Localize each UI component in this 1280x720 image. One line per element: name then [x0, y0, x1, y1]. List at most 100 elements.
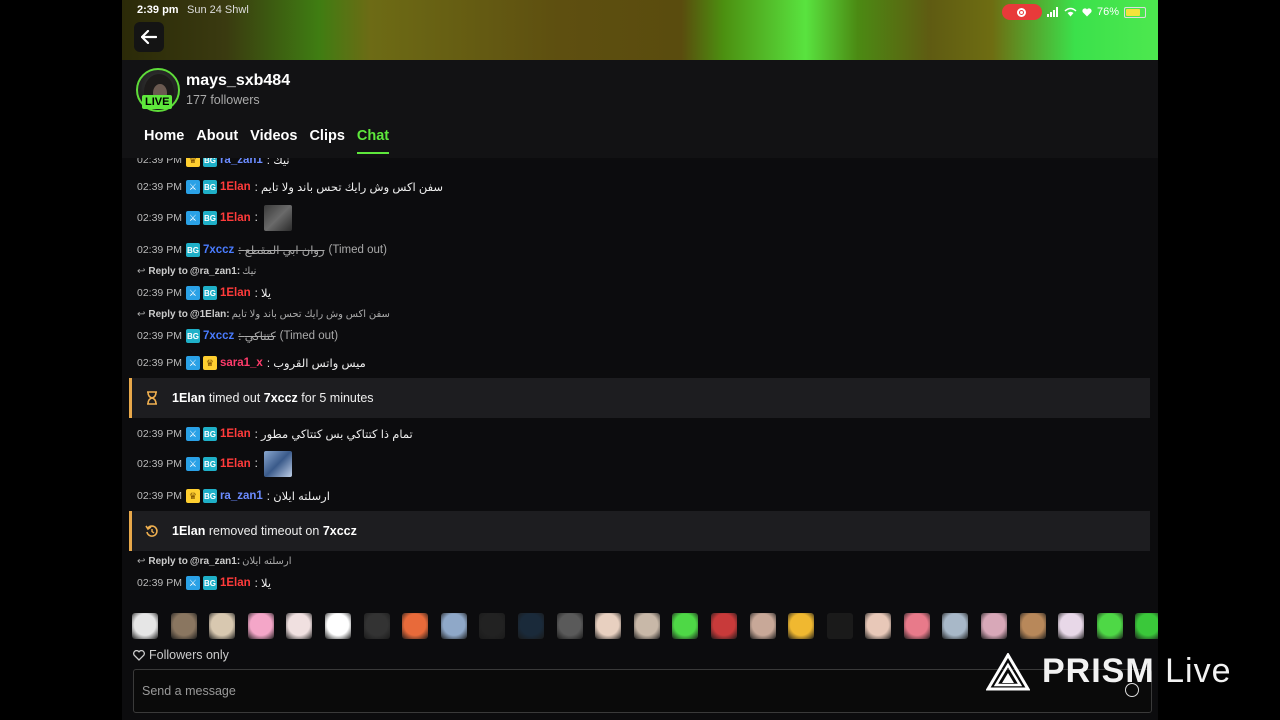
emote-tray-item[interactable] [903, 613, 930, 639]
vip-badge-icon: BG [202, 427, 217, 441]
reply-context[interactable]: ↩ Reply to @ra_zan1: نيك [137, 266, 256, 277]
watermark-brand: PRISM [1042, 652, 1155, 690]
chat-message[interactable]: 02:39 PM ⚔ BG 1Elan : [137, 451, 292, 477]
emote-tray-item[interactable] [633, 613, 660, 639]
tab-chat[interactable]: Chat [356, 128, 390, 154]
emote-tray-item[interactable] [556, 613, 583, 639]
message-text: : سفن اكس وش رايك تحس باند ولا تايم [254, 182, 444, 194]
emote-tray-item[interactable] [132, 613, 158, 639]
emote-tray[interactable] [122, 606, 1158, 646]
timed-out-label: (Timed out) [279, 330, 339, 342]
message-timestamp: 02:39 PM [137, 244, 182, 256]
vip-badge-icon: BG [202, 180, 217, 194]
reply-text: سفن اكس وش رايك تحس باند ولا تايم [231, 309, 390, 320]
reply-context[interactable]: ↩ Reply to @ra_zan1: ارسلته ايلان [137, 556, 292, 567]
chat-message[interactable]: 02:39 PM BG 7xccz : روان ابي المقطع (Tim… [137, 242, 387, 258]
tab-videos[interactable]: Videos [250, 128, 297, 154]
emote-tray-item[interactable] [402, 613, 429, 639]
chat-message[interactable]: 02:39 PM ⚔ BG 1Elan : يلا [137, 285, 271, 301]
notice-actor[interactable]: 1Elan [172, 391, 205, 405]
chat-log[interactable]: 02:39 PM ♛ BG ra_zan1 : نيك 02:39 PM ⚔ B… [122, 158, 1158, 598]
message-timestamp: 02:39 PM [137, 181, 182, 193]
chat-message[interactable]: 02:39 PM ⚔ BG 1Elan : سفن اكس وش رايك تح… [137, 179, 443, 195]
chat-message[interactable]: 02:39 PM ⚔ BG 1Elan : تمام ذا كتتاكي بس … [137, 426, 413, 442]
chat-username[interactable]: ra_zan1 [220, 490, 263, 502]
reply-context[interactable]: ↩ Reply to @1Elan: سفن اكس وش رايك تحس ب… [137, 309, 390, 320]
tab-home[interactable]: Home [144, 128, 184, 154]
emote-tray-item[interactable] [440, 613, 467, 639]
emote-tray-item[interactable] [324, 613, 351, 639]
emote-tray-item[interactable] [363, 613, 390, 639]
chat-username[interactable]: 1Elan [220, 458, 251, 470]
vip-badge-icon: BG [202, 211, 217, 225]
subscriber-crown-icon: ♛ [185, 489, 200, 503]
chat-username[interactable]: 7xccz [203, 244, 234, 256]
emote-tray-item[interactable] [788, 613, 815, 639]
vip-badge-icon: BG [202, 489, 217, 503]
emote-tray-item[interactable] [595, 613, 622, 639]
emote-tray-item[interactable] [981, 613, 1008, 639]
emote-tray-item[interactable] [517, 613, 544, 639]
emote-tray-item[interactable] [1019, 613, 1046, 639]
emote-tray-item[interactable] [672, 613, 699, 639]
chat-message[interactable]: 02:39 PM BG 7xccz : كتتاكي (Timed out) [137, 328, 338, 344]
moderation-notice: 1Elan timed out 7xccz for 5 minutes [129, 378, 1150, 418]
tab-clips[interactable]: Clips [309, 128, 344, 154]
emote-tray-item[interactable] [1096, 613, 1123, 639]
chat-message[interactable]: 02:39 PM ⚔ BG 1Elan : يلا [137, 575, 271, 591]
emote-image[interactable] [263, 205, 292, 231]
chat-message[interactable]: 02:39 PM ⚔ ♛ sara1_x : ميس واتس القروب [137, 355, 366, 371]
vip-badge-icon: BG [202, 457, 217, 471]
channel-banner: 2:39 pm Sun 24 Shwl 76% [122, 0, 1158, 60]
status-date: Sun 24 Shwl [187, 4, 249, 16]
emote-tray-item[interactable] [1135, 613, 1158, 639]
chat-username[interactable]: ra_zan1 [220, 158, 263, 166]
chat-message[interactable]: 02:39 PM ⚔ BG 1Elan : [137, 205, 292, 231]
message-timestamp: 02:39 PM [137, 212, 182, 224]
chat-username[interactable]: 1Elan [220, 577, 251, 589]
notice-actor[interactable]: 1Elan [172, 524, 205, 538]
notice-target[interactable]: 7xccz [264, 391, 298, 405]
emote-tray-item[interactable] [710, 613, 737, 639]
chat-username[interactable]: 1Elan [220, 181, 251, 193]
emote-image[interactable] [263, 451, 292, 477]
chat-username[interactable]: 1Elan [220, 428, 251, 440]
chat-username[interactable]: 7xccz [203, 330, 234, 342]
chat-username[interactable]: sara1_x [220, 357, 263, 369]
back-button[interactable] [134, 22, 164, 52]
hourglass-icon [132, 391, 172, 405]
prism-live-watermark: PRISM Live [986, 652, 1232, 691]
emote-tray-item[interactable] [247, 613, 274, 639]
emote-tray-item[interactable] [170, 613, 197, 639]
emote-tray-item[interactable] [1058, 613, 1085, 639]
battery-icon [1124, 6, 1146, 18]
emote-tray-item[interactable] [286, 613, 313, 639]
emote-tray-item[interactable] [209, 613, 236, 639]
app-window: 2:39 pm Sun 24 Shwl 76% LIVE mays_sxb484… [122, 0, 1158, 720]
tab-about[interactable]: About [196, 128, 238, 154]
prism-logo-icon [986, 652, 1030, 690]
emote-tray-item[interactable] [942, 613, 969, 639]
moderator-sword-icon: ⚔ [185, 211, 200, 225]
subscriber-crown-icon: ♛ [202, 356, 217, 370]
vip-badge-icon: BG [202, 576, 217, 590]
message-timestamp: 02:39 PM [137, 357, 182, 369]
emote-tray-item[interactable] [826, 613, 853, 639]
message-timestamp: 02:39 PM [137, 158, 182, 166]
screen-record-indicator[interactable] [1001, 4, 1042, 20]
chat-username[interactable]: 1Elan [220, 287, 251, 299]
message-text-deleted: : كتتاكي [238, 331, 276, 343]
chat-message[interactable]: 02:39 PM ♛ BG ra_zan1 : ارسلته ايلان [137, 488, 330, 504]
watermark-suffix: Live [1165, 652, 1232, 690]
notice-target[interactable]: 7xccz [323, 524, 357, 538]
battery-level [1126, 8, 1140, 16]
emote-tray-item[interactable] [749, 613, 776, 639]
chat-username[interactable]: 1Elan [220, 212, 251, 224]
message-text: : تمام ذا كتتاكي بس كتتاكي مطور [254, 429, 413, 441]
emote-tray-item[interactable] [865, 613, 892, 639]
emote-tray-item[interactable] [479, 613, 506, 639]
chat-message[interactable]: 02:39 PM ♛ BG ra_zan1 : نيك [137, 158, 290, 168]
notice-action: timed out [208, 391, 261, 405]
moderator-sword-icon: ⚔ [185, 286, 200, 300]
channel-name[interactable]: mays_sxb484 [186, 72, 290, 90]
